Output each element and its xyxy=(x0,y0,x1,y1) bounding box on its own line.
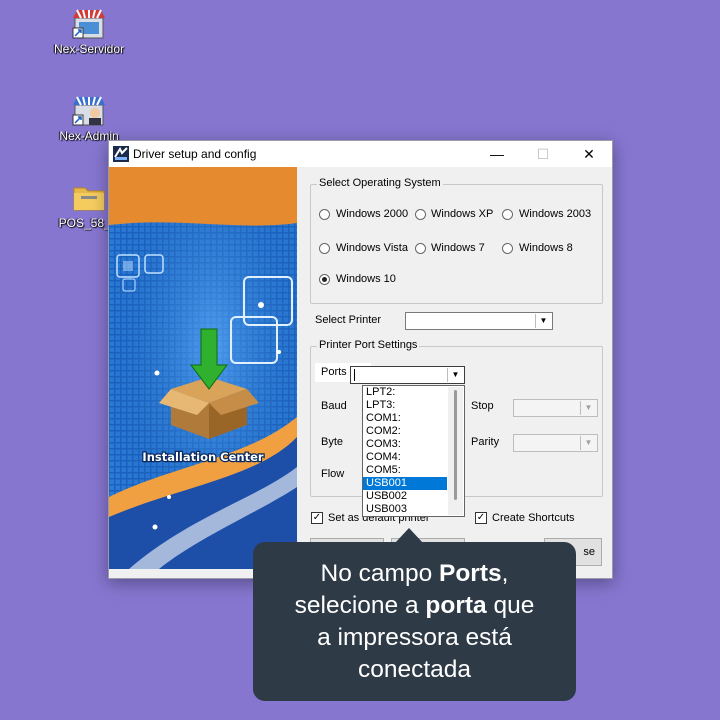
chevron-down-icon[interactable]: ▼ xyxy=(535,314,551,328)
chevron-down-icon[interactable]: ▼ xyxy=(447,368,463,382)
dropdown-option-usb002[interactable]: USB002 xyxy=(363,490,447,503)
stop-combo[interactable]: ▼ xyxy=(513,399,598,417)
title-bar[interactable]: Driver setup and config — ☐ ✕ xyxy=(109,141,612,167)
callout-line-1-post: , xyxy=(501,560,509,587)
callout-line-1: No campo Ports, xyxy=(259,558,570,590)
callout-line-2: selecione a porta que xyxy=(259,590,570,622)
radio-windows-xp-label[interactable]: Windows XP xyxy=(431,208,493,220)
radio-windows-2003-label[interactable]: Windows 2003 xyxy=(519,208,591,220)
flow-label: Flow xyxy=(321,468,345,480)
desktop-icon-label: Nex-Servidor xyxy=(53,42,125,56)
desktop-icon-nex-admin[interactable]: Nex-Admin xyxy=(44,95,134,143)
create-shortcuts-checkbox[interactable]: ✓ xyxy=(475,512,487,524)
dropdown-option-com3[interactable]: COM3: xyxy=(363,438,447,451)
callout-text: No campo Ports, selecione a porta que a … xyxy=(259,558,570,686)
store-icon xyxy=(72,9,105,39)
callout-line-2-pre: selecione a xyxy=(294,592,426,619)
radio-windows-vista-label[interactable]: Windows Vista xyxy=(336,242,408,254)
dropdown-option-usb001[interactable]: USB001 xyxy=(363,477,447,490)
create-shortcuts-label[interactable]: Create Shortcuts xyxy=(492,512,575,524)
close-button-label: se xyxy=(583,546,595,558)
radio-windows-2003[interactable] xyxy=(502,209,513,220)
radio-windows-2000-label[interactable]: Windows 2000 xyxy=(336,208,408,220)
port-groupbox-legend: Printer Port Settings xyxy=(317,339,420,351)
app-icon xyxy=(113,146,129,162)
dropdown-option-com4[interactable]: COM4: xyxy=(363,451,447,464)
radio-windows-7-label[interactable]: Windows 7 xyxy=(431,242,485,254)
callout-line-1-pre: No campo xyxy=(320,560,439,587)
chevron-down-icon: ▼ xyxy=(580,436,596,450)
dropdown-option-lpt2[interactable]: LPT2: xyxy=(363,386,447,399)
instruction-callout: No campo Ports, selecione a porta que a … xyxy=(253,528,576,701)
ports-dropdown-list[interactable]: LPT2: LPT3: COM1: COM2: COM3: COM4: COM5… xyxy=(362,385,465,517)
text-cursor xyxy=(354,369,355,381)
radio-windows-xp[interactable] xyxy=(415,209,426,220)
os-groupbox-legend: Select Operating System xyxy=(317,177,443,189)
store-admin-icon xyxy=(72,96,105,126)
callout-line-1-bold: Ports xyxy=(439,560,502,587)
radio-windows-2000[interactable] xyxy=(319,209,330,220)
banner-caption: Installation Center xyxy=(142,450,263,464)
maximize-button[interactable]: ☐ xyxy=(520,141,566,167)
zip-folder-icon xyxy=(73,187,105,211)
parity-label: Parity xyxy=(471,436,500,448)
radio-windows-10-label[interactable]: Windows 10 xyxy=(336,273,396,285)
minimize-button[interactable]: — xyxy=(474,141,520,167)
ports-combo[interactable]: ▼ xyxy=(350,366,465,384)
byte-label: Byte xyxy=(321,436,344,448)
radio-windows-10[interactable] xyxy=(319,274,330,285)
window-title: Driver setup and config xyxy=(133,147,257,161)
banner-image: Installation Center xyxy=(109,167,297,569)
dropdown-option-com5[interactable]: COM5: xyxy=(363,464,447,477)
scrollbar-thumb[interactable] xyxy=(454,390,457,500)
select-printer-label: Select Printer xyxy=(315,314,382,326)
dropdown-scrollbar[interactable] xyxy=(448,387,463,515)
desktop-icon-nex-servidor[interactable]: Nex-Servidor xyxy=(44,8,134,56)
dropdown-option-com2[interactable]: COM2: xyxy=(363,425,447,438)
chevron-down-icon: ▼ xyxy=(580,401,596,415)
radio-windows-8[interactable] xyxy=(502,243,513,254)
callout-line-3: a impressora está xyxy=(317,624,512,651)
dropdown-option-com1[interactable]: COM1: xyxy=(363,412,447,425)
dropdown-option-usb003[interactable]: USB003 xyxy=(363,503,447,516)
baud-label: Baud xyxy=(321,400,347,412)
close-window-button[interactable]: ✕ xyxy=(566,141,612,167)
driver-setup-window: Driver setup and config — ☐ ✕ Installati… xyxy=(108,140,613,579)
stop-label: Stop xyxy=(471,400,494,412)
radio-windows-8-label[interactable]: Windows 8 xyxy=(519,242,573,254)
radio-windows-7[interactable] xyxy=(415,243,426,254)
callout-line-4: conectada xyxy=(357,656,472,683)
parity-combo[interactable]: ▼ xyxy=(513,434,598,452)
callout-line-2-post: que xyxy=(486,592,535,619)
select-printer-combo[interactable]: ▼ xyxy=(405,312,553,330)
dropdown-option-lpt3[interactable]: LPT3: xyxy=(363,399,447,412)
callout-line-2-bold: porta xyxy=(425,592,487,619)
default-printer-checkbox[interactable]: ✓ xyxy=(311,512,323,524)
installer-banner: Installation Center xyxy=(109,167,297,569)
callout-pointer xyxy=(395,528,423,543)
radio-windows-vista[interactable] xyxy=(319,243,330,254)
